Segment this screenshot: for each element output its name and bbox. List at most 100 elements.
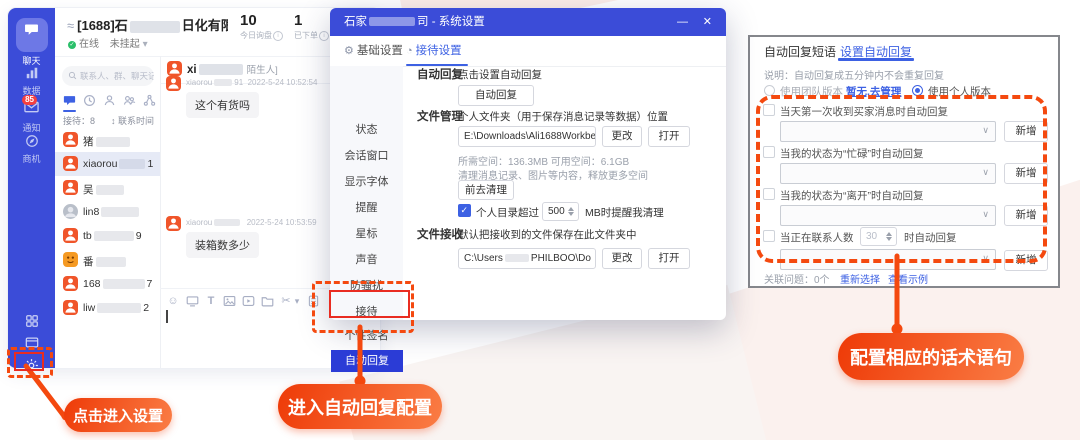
- contact-item[interactable]: lin8: [55, 200, 160, 224]
- dialog-title: 石家司 - 系统设置: [344, 16, 485, 28]
- tab-basic-settings[interactable]: ⚙基础设置: [344, 36, 403, 66]
- rule-first-message-checkbox[interactable]: [763, 104, 775, 116]
- spinner-up-icon[interactable]: [568, 207, 574, 211]
- contact-item[interactable]: liw2: [55, 296, 160, 320]
- auto-reply-settings-button[interactable]: 自动回复: [458, 85, 534, 106]
- search-input[interactable]: 联系人、群、聊天记录: [62, 66, 154, 86]
- menu-item-status[interactable]: 状态: [330, 120, 403, 140]
- menu-item-session-window[interactable]: 会话窗口: [330, 146, 403, 166]
- related-questions-count: 关联问题：0个: [764, 271, 830, 286]
- sort-icon: ↕: [111, 116, 116, 126]
- avatar: [63, 132, 78, 147]
- minimize-button[interactable]: —: [677, 8, 688, 36]
- dialog-menu: 状态 会话窗口 显示字体 提醒 星标 声音 防骚扰 接待 个性签名 自动回复: [330, 66, 403, 320]
- info-icon[interactable]: i: [319, 31, 329, 41]
- rule-busy-select[interactable]: [780, 163, 996, 184]
- change-folder-button[interactable]: 更改: [602, 126, 642, 147]
- contact-item[interactable]: 猪: [55, 128, 160, 152]
- spinner-up-icon[interactable]: [886, 232, 892, 236]
- receive-open-button[interactable]: 打开: [648, 248, 690, 269]
- mini-window-icon[interactable]: [8, 336, 55, 352]
- spinner-down-icon[interactable]: [568, 212, 574, 216]
- add-reply-button[interactable]: 新增: [1004, 163, 1048, 184]
- menu-item-reception[interactable]: 接待: [330, 302, 403, 322]
- add-reply-button[interactable]: 新增: [1004, 121, 1048, 142]
- contact-item[interactable]: 吴: [55, 176, 160, 200]
- section-file-manage-label: 文件管理: [417, 108, 463, 124]
- open-folder-button[interactable]: 打开: [648, 126, 690, 147]
- contact-filter-tabs: [55, 94, 160, 112]
- callout-click-settings: 点击进入设置: [64, 398, 172, 432]
- tab-reception-settings[interactable]: ◔接待设置: [406, 36, 462, 66]
- font-icon[interactable]: [204, 295, 218, 309]
- menu-item-sound[interactable]: 声音: [330, 250, 403, 270]
- menu-item-signature[interactable]: 个性签名: [330, 326, 403, 346]
- folder-icon[interactable]: [260, 295, 274, 309]
- sidebar-item-data[interactable]: 数据: [8, 66, 55, 97]
- go-clean-button[interactable]: 前去清理: [458, 180, 514, 200]
- group-people-icon[interactable]: [123, 94, 137, 108]
- threshold-spinner[interactable]: 500: [542, 202, 579, 221]
- menu-item-anti-harassment[interactable]: 防骚扰: [330, 276, 403, 296]
- contact-item[interactable]: 番: [55, 248, 160, 272]
- contact-person-icon[interactable]: [103, 94, 117, 108]
- sidebar-item-chat[interactable]: 聊天: [8, 18, 55, 67]
- info-icon[interactable]: i: [273, 31, 283, 41]
- personal-folder-path-input[interactable]: E:\Downloads\Ali1688Workbenc: [458, 126, 596, 147]
- history-clock-icon[interactable]: [83, 94, 97, 108]
- manage-team-link[interactable]: 暂无,去管理: [846, 84, 901, 99]
- reception-count: 接待：8: [63, 114, 95, 127]
- auto-reply-hint: 点击设置自动回复: [458, 67, 542, 82]
- rule-away-select[interactable]: [780, 205, 996, 226]
- video-icon[interactable]: [241, 295, 255, 309]
- contact-count-spinner[interactable]: 30: [860, 227, 897, 246]
- notification-badge: 85: [22, 95, 37, 105]
- sidebar-item-notifications[interactable]: 85 通知: [8, 100, 55, 134]
- menu-item-auto-reply[interactable]: 自动回复: [331, 350, 403, 372]
- caret-down-icon[interactable]: [293, 295, 301, 309]
- rule-away-checkbox[interactable]: [763, 188, 775, 200]
- rule-contact-count-checkbox[interactable]: [763, 230, 775, 242]
- contact-name: tb9: [83, 230, 142, 242]
- chat-filter-icon[interactable]: [63, 94, 77, 108]
- receive-folder-path-input[interactable]: C:\UsersPHILBOO\Do: [458, 248, 596, 269]
- screenshot-icon[interactable]: [185, 295, 199, 309]
- settings-gear-icon[interactable]: [8, 358, 55, 376]
- spinner-down-icon[interactable]: [886, 237, 892, 241]
- rule-busy-checkbox[interactable]: [763, 146, 775, 158]
- contact-item[interactable]: tb9: [55, 224, 160, 248]
- calculator-icon[interactable]: [306, 295, 320, 309]
- contact-item[interactable]: 1687: [55, 272, 160, 296]
- rule-busy-label: 当我的状态为“忙碌”时自动回复: [780, 146, 924, 161]
- clean-threshold-checkbox[interactable]: [458, 204, 471, 217]
- apps-grid-icon[interactable]: [8, 314, 55, 331]
- add-reply-button[interactable]: 新增: [1004, 205, 1048, 226]
- menu-item-star[interactable]: 星标: [330, 224, 403, 244]
- emoji-icon[interactable]: [166, 295, 180, 309]
- avatar: [63, 228, 78, 243]
- callout-configure-script-phrases: 配置相应的话术语句: [838, 333, 1024, 380]
- rule-contact-count-select[interactable]: [780, 249, 996, 270]
- sidebar-item-business[interactable]: 商机: [8, 134, 55, 165]
- threshold-prefix: 个人目录超过: [476, 205, 539, 220]
- sort-by-contact-time[interactable]: ↕ 联系时间: [111, 114, 154, 127]
- team-version-radio[interactable]: [764, 85, 775, 96]
- avatar: [63, 300, 78, 315]
- rule-contact-count-suffix: 时自动回复: [904, 230, 957, 245]
- hangup-status-dropdown[interactable]: 未挂起 ▾: [110, 39, 148, 50]
- menu-item-display-font[interactable]: 显示字体: [330, 172, 403, 192]
- personal-version-radio[interactable]: [912, 85, 923, 96]
- rule-first-message-select[interactable]: [780, 121, 996, 142]
- scissors-icon[interactable]: [279, 295, 293, 309]
- contact-item-selected[interactable]: xiaorou1: [55, 152, 160, 176]
- close-button[interactable]: ✕: [703, 8, 712, 36]
- org-structure-icon[interactable]: [143, 94, 157, 108]
- receive-change-button[interactable]: 更改: [602, 248, 642, 269]
- menu-item-reminder[interactable]: 提醒: [330, 198, 403, 218]
- view-example-link[interactable]: 查看示例: [888, 271, 928, 286]
- reselect-link[interactable]: 重新选择: [840, 271, 880, 286]
- image-icon[interactable]: [222, 295, 236, 309]
- tab-reply-phrases[interactable]: 自动回复短语: [764, 43, 836, 60]
- add-reply-button[interactable]: 新增: [1004, 250, 1048, 271]
- chat-icon: [16, 22, 48, 38]
